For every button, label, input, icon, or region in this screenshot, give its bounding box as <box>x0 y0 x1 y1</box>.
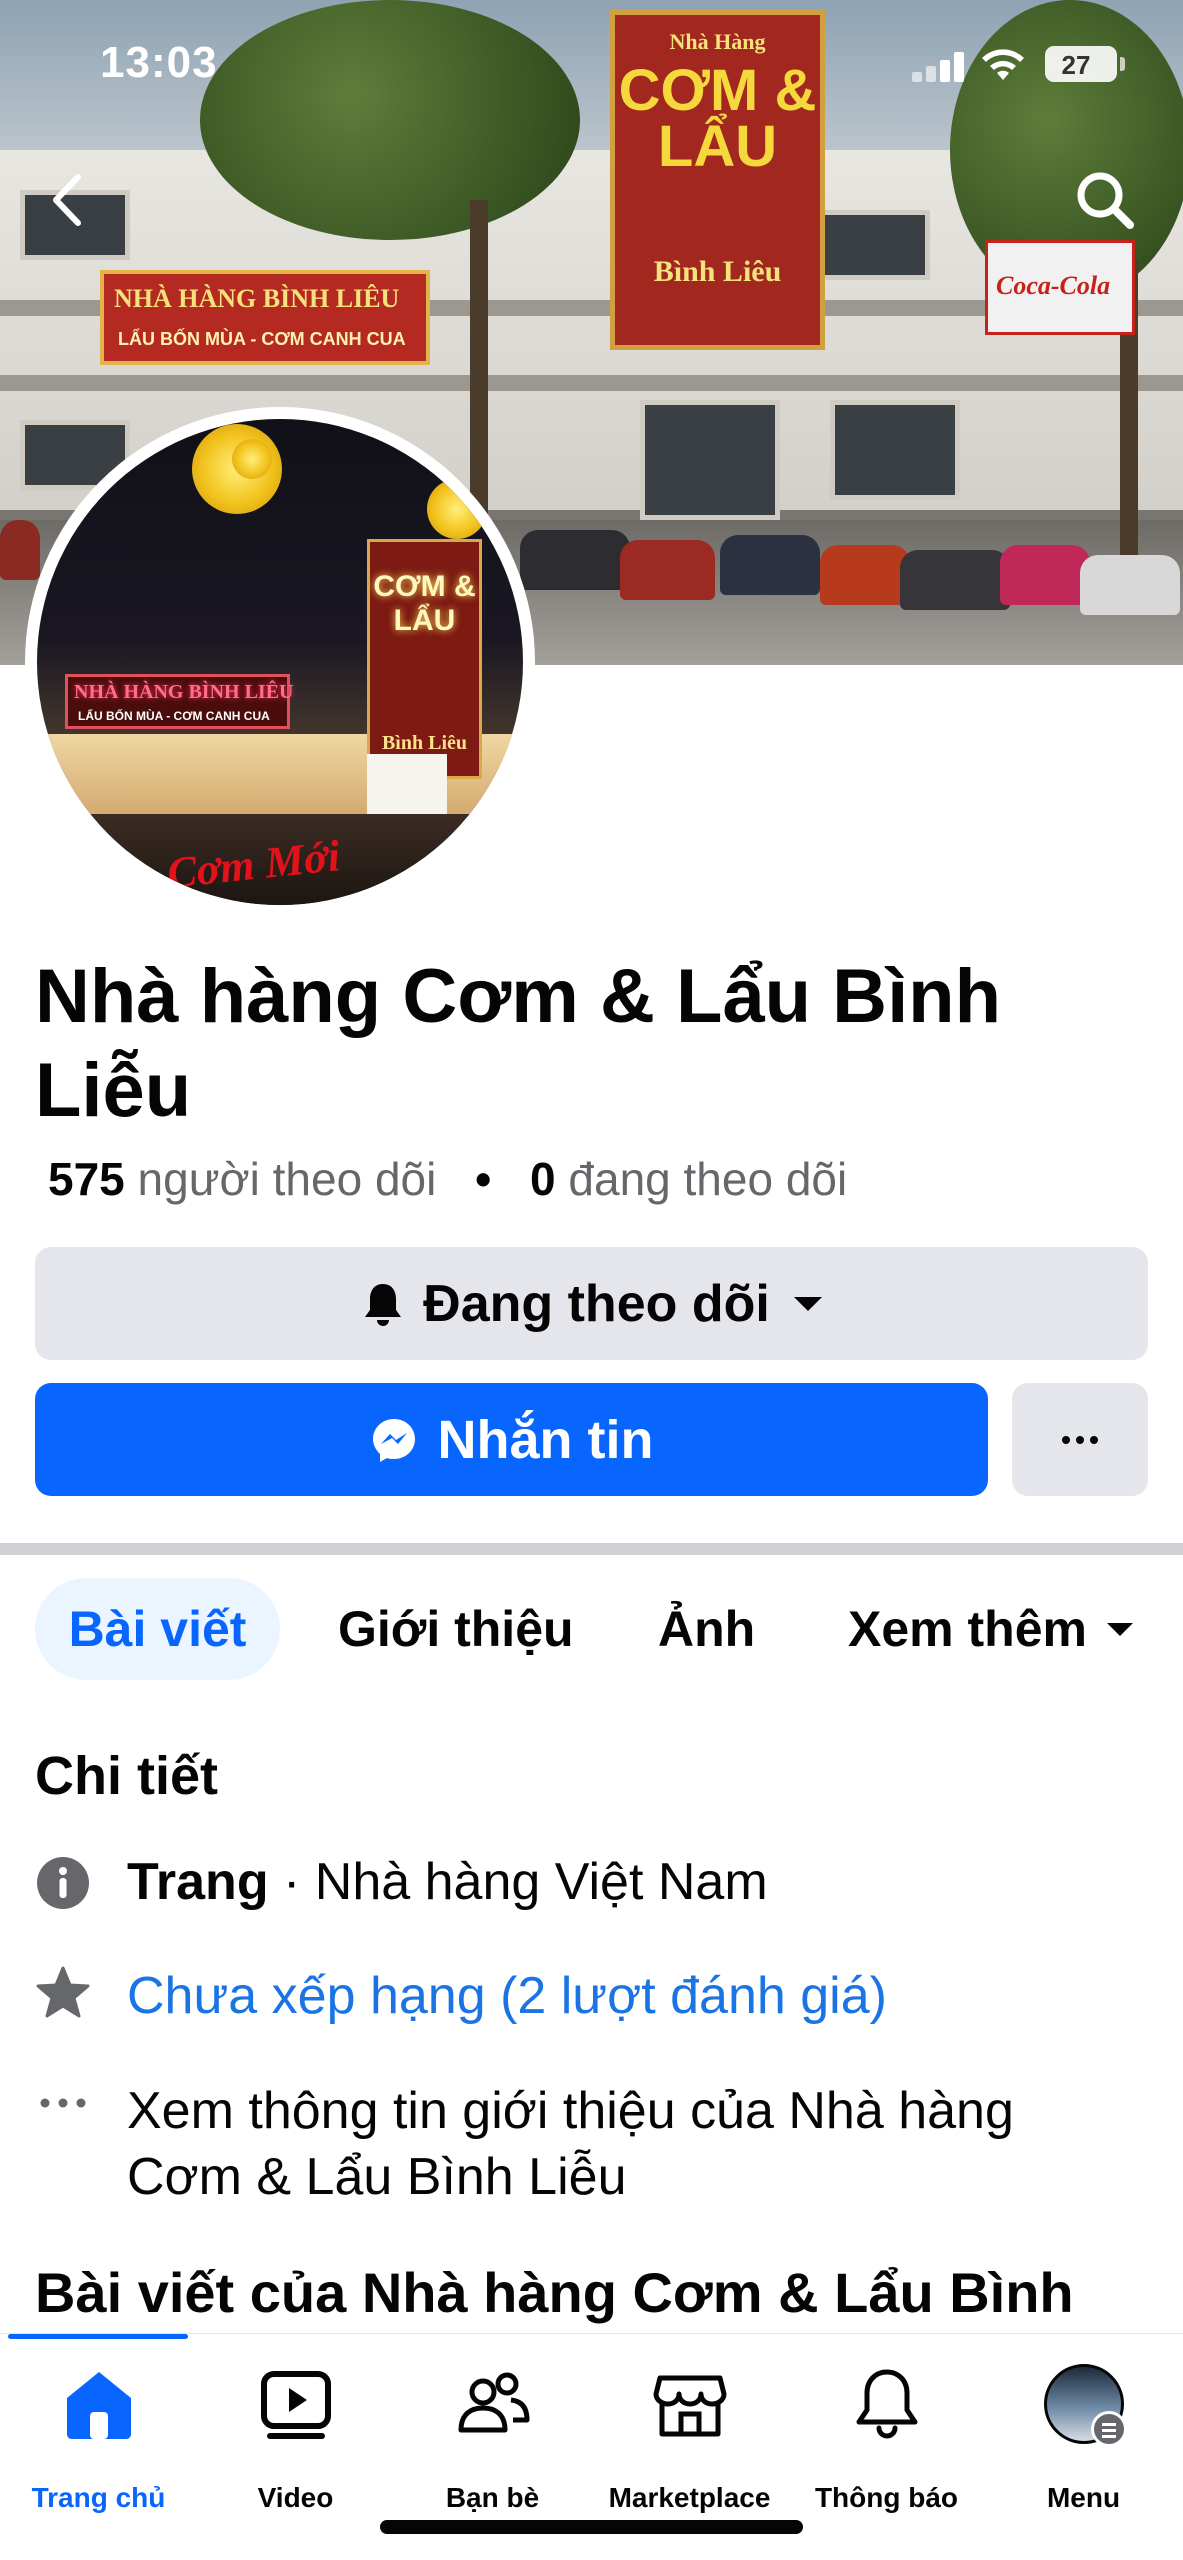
cover-motorbike <box>820 545 910 605</box>
section-divider <box>0 1543 1183 1555</box>
tab-label: Ảnh <box>658 1601 756 1657</box>
profile-avatar-icon <box>1043 2364 1127 2447</box>
page-type-label: Trang <box>127 1853 269 1911</box>
messenger-icon <box>372 1418 415 1462</box>
rating-link[interactable]: Chưa xếp hạng (2 lượt đánh giá) <box>127 1963 887 2029</box>
nav-label: Marketplace <box>608 2482 771 2513</box>
avatar-sign-line2: LẨU BỐN MÙA - CƠM CANH CUA <box>78 709 270 723</box>
separator-dot: • <box>475 1153 492 1205</box>
page-title: Nhà hàng Cơm & Lẩu Bình Liễu <box>35 954 1002 1133</box>
nav-label: Bạn bè <box>445 2482 540 2513</box>
avatar-flower <box>427 479 487 539</box>
followers-count: 575 <box>48 1153 125 1205</box>
battery-level: 27 <box>1061 50 1091 80</box>
home-icon <box>66 2372 131 2439</box>
tab-photos[interactable]: Ảnh <box>658 1578 755 1680</box>
cover-motorbike <box>720 535 820 595</box>
following-button-label: Đang theo dõi <box>423 1274 770 1333</box>
back-arrow-icon[interactable] <box>40 165 100 235</box>
more-dots-icon <box>40 2098 86 2108</box>
about-line2: Cơm & Lẩu Bình Liễu <box>127 2148 627 2206</box>
about-line1: Xem thông tin giới thiệu của Nhà hàng <box>127 2082 1014 2140</box>
page-category-label: · Nhà hàng Việt Nam <box>268 1853 768 1911</box>
profile-avatar[interactable]: CƠM & LẨU Bình Liêu NHÀ HÀNG BÌNH LIÊU L… <box>37 419 523 905</box>
nav-label: Thông báo <box>814 2482 959 2513</box>
following-count: 0 <box>530 1153 556 1205</box>
friends-icon <box>458 2372 529 2433</box>
cover-motorbike <box>620 540 715 600</box>
cover-tower-line3: Bình Liêu <box>653 255 782 288</box>
nav-label: Menu <box>1046 2482 1121 2513</box>
nav-notifications[interactable]: Thông báo <box>788 2364 985 2514</box>
star-icon <box>36 1966 90 2018</box>
tab-about[interactable]: Giới thiệu <box>338 1578 574 1680</box>
following-label: đang theo dõi <box>568 1153 848 1205</box>
avatar-flower <box>232 439 272 479</box>
search-icon[interactable] <box>1070 165 1140 235</box>
page-category: Trang · Nhà hàng Việt Nam <box>127 1849 768 1915</box>
nav-menu[interactable]: Menu <box>985 2364 1182 2514</box>
chevron-down-icon <box>793 1296 822 1311</box>
avatar-tower-sub: Bình Liêu <box>381 732 468 754</box>
cover-window <box>830 400 960 500</box>
cover-restaurant-sign: NHÀ HÀNG BÌNH LIÊU LẨU BỐN MÙA - CƠM CAN… <box>100 270 430 365</box>
nav-label: Video <box>257 2482 334 2513</box>
message-button-label: Nhắn tin <box>437 1409 654 1470</box>
more-dots-icon <box>1062 1435 1098 1444</box>
cover-door <box>640 400 780 520</box>
chevron-down-icon <box>1106 1622 1133 1636</box>
wifi-icon <box>982 49 1024 80</box>
menu-badge-icon <box>1090 2411 1127 2447</box>
followers-label: người theo dõi <box>137 1153 437 1205</box>
home-indicator[interactable] <box>380 2520 803 2534</box>
cover-motorbike <box>0 520 40 580</box>
status-bar: 13:03 27 <box>0 0 1183 120</box>
nav-label: Trang chủ <box>31 2482 166 2513</box>
marketplace-icon <box>653 2375 726 2437</box>
avatar-tower-sign: CƠM & LẨU Bình Liêu <box>367 539 482 779</box>
avatar-sign-line1: NHÀ HÀNG BÌNH LIÊU <box>74 681 294 703</box>
battery-tip <box>1120 57 1125 71</box>
nav-video[interactable]: Video <box>197 2364 394 2514</box>
posts-section-title: Bài viết của Nhà hàng Cơm & Lẩu Bình <box>35 2261 1074 2324</box>
cover-motorbike <box>1000 545 1090 605</box>
tab-label: Bài viết <box>68 1601 247 1657</box>
tab-posts[interactable]: Bài viết <box>35 1578 280 1680</box>
cover-coke-text: Coca-Cola <box>996 271 1111 300</box>
details-heading: Chi tiết <box>35 1746 218 1806</box>
active-tab-indicator <box>8 2334 188 2339</box>
tab-label: Xem thêm <box>848 1601 1087 1657</box>
cover-tree-trunk <box>470 200 488 520</box>
cover-floor-line <box>0 375 1183 391</box>
avatar-flower <box>117 419 157 459</box>
tab-see-more[interactable]: Xem thêm <box>848 1578 1133 1680</box>
more-options-button[interactable] <box>1012 1383 1148 1496</box>
battery-icon: 27 <box>1045 46 1117 82</box>
message-button[interactable]: Nhắn tin <box>35 1383 988 1496</box>
see-about-info[interactable]: Xem thông tin giới thiệu của Nhà hàng Cơ… <box>127 2078 1014 2210</box>
follower-stats[interactable]: 575 người theo dõi • 0 đang theo dõi <box>48 1152 847 1206</box>
cover-motorbike <box>520 530 630 590</box>
bell-icon <box>856 2369 917 2439</box>
cover-motorbike <box>900 550 1010 610</box>
info-icon <box>37 1857 89 1909</box>
nav-home[interactable]: Trang chủ <box>0 2364 197 2514</box>
status-time: 13:03 <box>100 38 218 87</box>
nav-friends[interactable]: Bạn bè <box>394 2364 591 2514</box>
avatar-tower-text: CƠM & LẨU <box>373 570 476 637</box>
avatar-restaurant-sign: NHÀ HÀNG BÌNH LIÊU LẨU BỐN MÙA - CƠM CAN… <box>65 674 294 729</box>
cover-motorbike <box>1080 555 1180 615</box>
bell-icon <box>365 1283 402 1326</box>
cover-coke-sign: Coca-Cola <box>985 240 1135 335</box>
cover-sign-line1: NHÀ HÀNG BÌNH LIÊU <box>114 284 400 313</box>
tab-label: Giới thiệu <box>338 1601 574 1657</box>
video-icon <box>260 2371 331 2439</box>
cover-window <box>820 210 930 280</box>
nav-marketplace[interactable]: Marketplace <box>591 2364 788 2514</box>
cover-sign-line2: LẨU BỐN MÙA - CƠM CANH CUA <box>118 329 406 349</box>
following-button[interactable]: Đang theo dõi <box>35 1247 1148 1360</box>
